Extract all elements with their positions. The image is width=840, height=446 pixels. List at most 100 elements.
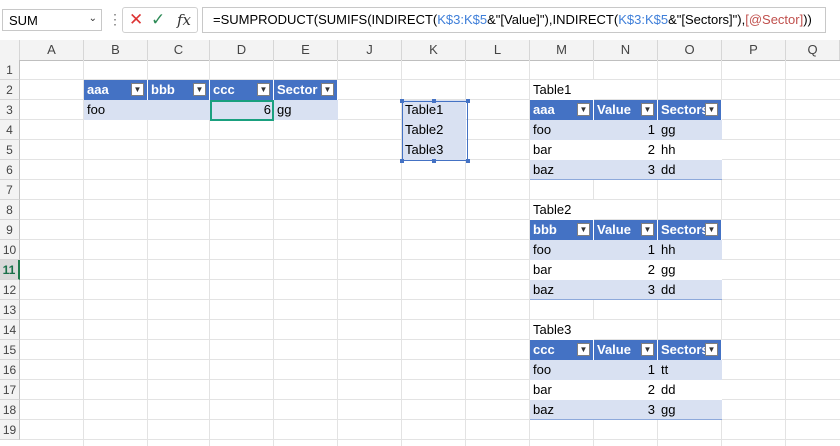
table-cell[interactable]: foo <box>84 100 148 120</box>
table-cell[interactable]: foo <box>530 240 594 260</box>
table-cell[interactable]: 2 <box>594 380 658 400</box>
column-header-Q[interactable]: Q <box>786 40 840 60</box>
column-header-E[interactable]: E <box>274 40 338 60</box>
filter-dropdown-icon[interactable]: ▼ <box>641 343 654 356</box>
select-all-corner[interactable] <box>0 40 20 60</box>
active-cell[interactable] <box>210 100 274 121</box>
row-header-13[interactable]: 13 <box>0 300 20 320</box>
table-cell[interactable]: baz <box>530 160 594 180</box>
row-header-14[interactable]: 14 <box>0 320 20 340</box>
row-header-4[interactable]: 4 <box>0 120 20 140</box>
name-box[interactable]: SUM ⌄ <box>2 9 102 31</box>
column-header-D[interactable]: D <box>210 40 274 60</box>
row-header-19[interactable]: 19 <box>0 420 20 440</box>
filter-dropdown-icon[interactable]: ▼ <box>577 103 590 116</box>
formula-input[interactable]: =SUMPRODUCT(SUMIFS(INDIRECT(K$3:K$5&"[Va… <box>202 7 826 33</box>
column-header-K[interactable]: K <box>402 40 466 60</box>
filter-dropdown-icon[interactable]: ▼ <box>193 83 206 96</box>
table-cell[interactable]: foo <box>530 120 594 140</box>
table-cell[interactable] <box>148 100 210 120</box>
table-header-bbb[interactable]: bbb ▼ <box>148 80 210 100</box>
filter-dropdown-icon[interactable]: ▼ <box>641 103 654 116</box>
table-cell[interactable]: gg <box>658 400 722 420</box>
filter-dropdown-icon[interactable]: ▼ <box>705 103 718 116</box>
filter-dropdown-icon[interactable]: ▼ <box>641 223 654 236</box>
table-cell[interactable]: gg <box>658 120 722 140</box>
table-cell[interactable]: baz <box>530 400 594 420</box>
table-cell[interactable]: bar <box>530 140 594 160</box>
row-header-18[interactable]: 18 <box>0 400 20 420</box>
row-header-17[interactable]: 17 <box>0 380 20 400</box>
table-header-Sectors[interactable]: Sectors ▼ <box>658 340 722 360</box>
table-cell[interactable]: dd <box>658 280 722 300</box>
table-header-Sectors[interactable]: Sectors ▼ <box>658 220 722 240</box>
row-header-8[interactable]: 8 <box>0 200 20 220</box>
table-cell[interactable]: 1 <box>594 120 658 140</box>
filter-dropdown-icon[interactable]: ▼ <box>131 83 144 96</box>
table-header-Sectors[interactable]: Sectors ▼ <box>658 100 722 120</box>
column-header-A[interactable]: A <box>20 40 84 60</box>
row-header-11[interactable]: 11 <box>0 260 20 280</box>
table-title[interactable]: Table2 <box>530 200 594 220</box>
table-cell[interactable]: baz <box>530 280 594 300</box>
chevron-down-icon[interactable]: ⌄ <box>89 13 97 24</box>
table-header-Value[interactable]: Value ▼ <box>594 220 658 240</box>
table-header-aaa[interactable]: aaa ▼ <box>530 100 594 120</box>
filter-dropdown-icon[interactable]: ▼ <box>257 83 270 96</box>
table-header-Value[interactable]: Value ▼ <box>594 100 658 120</box>
filter-dropdown-icon[interactable]: ▼ <box>705 223 718 236</box>
table-header-bbb[interactable]: bbb ▼ <box>530 220 594 240</box>
column-header-C[interactable]: C <box>148 40 210 60</box>
table-header-Value[interactable]: Value ▼ <box>594 340 658 360</box>
column-header-P[interactable]: P <box>722 40 786 60</box>
resize-handle[interactable] <box>432 99 436 103</box>
table-cell[interactable]: bar <box>530 380 594 400</box>
row-header-1[interactable]: 1 <box>0 60 20 80</box>
table-cell[interactable]: 2 <box>594 140 658 160</box>
row-header-12[interactable]: 12 <box>0 280 20 300</box>
table-cell[interactable]: dd <box>658 380 722 400</box>
row-header-2[interactable]: 2 <box>0 80 20 100</box>
table-cell[interactable]: hh <box>658 240 722 260</box>
table-cell[interactable]: gg <box>274 100 338 120</box>
table-cell[interactable]: 1 <box>594 240 658 260</box>
table-cell[interactable]: gg <box>658 260 722 280</box>
table-cell[interactable]: 3 <box>594 280 658 300</box>
column-header-L[interactable]: L <box>466 40 530 60</box>
table-cell[interactable]: tt <box>658 360 722 380</box>
row-header-9[interactable]: 9 <box>0 220 20 240</box>
check-icon[interactable]: ✓ <box>151 10 165 30</box>
filter-dropdown-icon[interactable]: ▼ <box>705 343 718 356</box>
cancel-icon[interactable]: ✕ <box>129 10 143 30</box>
table-cell[interactable]: bar <box>530 260 594 280</box>
column-header-J[interactable]: J <box>338 40 402 60</box>
resize-handle[interactable] <box>466 159 470 163</box>
table-cell[interactable]: 2 <box>594 260 658 280</box>
table-cell[interactable]: 1 <box>594 360 658 380</box>
table-header-aaa[interactable]: aaa ▼ <box>84 80 148 100</box>
insert-function-icon[interactable]: fx <box>177 10 191 30</box>
more-options-icon[interactable]: ⋮ <box>108 11 122 28</box>
selection-range[interactable] <box>400 99 470 163</box>
row-header-7[interactable]: 7 <box>0 180 20 200</box>
table-title[interactable]: Table3 <box>530 320 594 340</box>
table-cell[interactable]: foo <box>530 360 594 380</box>
table-header-ccc[interactable]: ccc ▼ <box>210 80 274 100</box>
table-title[interactable]: Table1 <box>530 80 594 100</box>
column-header-O[interactable]: O <box>658 40 722 60</box>
row-header-5[interactable]: 5 <box>0 140 20 160</box>
filter-dropdown-icon[interactable]: ▼ <box>321 83 334 96</box>
column-header-M[interactable]: M <box>530 40 594 60</box>
resize-handle[interactable] <box>400 159 404 163</box>
row-header-10[interactable]: 10 <box>0 240 20 260</box>
column-header-N[interactable]: N <box>594 40 658 60</box>
table-cell[interactable]: hh <box>658 140 722 160</box>
row-header-6[interactable]: 6 <box>0 160 20 180</box>
resize-handle[interactable] <box>466 99 470 103</box>
row-header-15[interactable]: 15 <box>0 340 20 360</box>
row-header-16[interactable]: 16 <box>0 360 20 380</box>
table-cell[interactable]: dd <box>658 160 722 180</box>
filter-dropdown-icon[interactable]: ▼ <box>577 343 590 356</box>
table-cell[interactable]: 3 <box>594 400 658 420</box>
column-header-B[interactable]: B <box>84 40 148 60</box>
